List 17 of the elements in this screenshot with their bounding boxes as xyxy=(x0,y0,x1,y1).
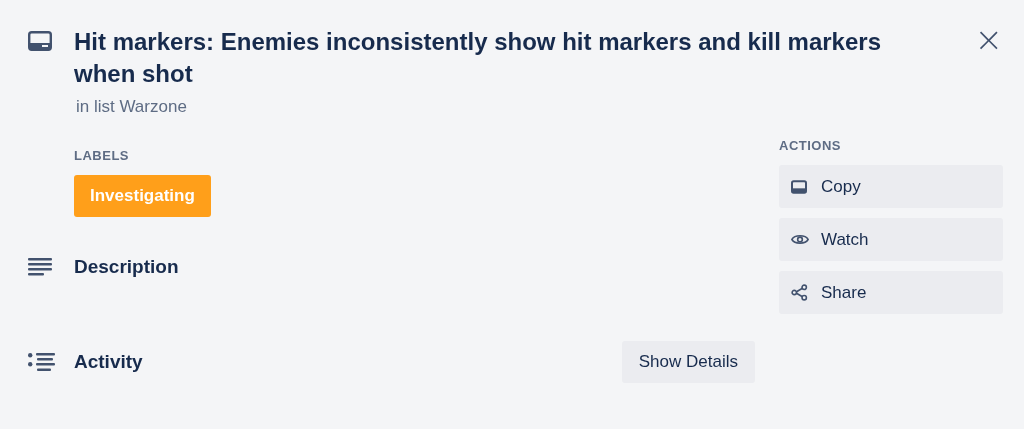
card-icon xyxy=(28,31,52,51)
watch-button[interactable]: Watch xyxy=(779,218,1003,261)
section-title: Description xyxy=(74,255,179,279)
card-icon xyxy=(791,179,807,194)
card-title: Hit markers: Enemies inconsistently show hit markers and kill markers when shot xyxy=(74,27,882,89)
share-button[interactable]: Share xyxy=(779,271,1003,314)
text-lines-icon xyxy=(28,258,52,276)
section-title: Activity xyxy=(74,350,143,374)
share-icon xyxy=(791,284,808,301)
section-heading: ACTIONS xyxy=(779,137,841,155)
section-heading: LABELS xyxy=(74,147,130,165)
close-button[interactable]: × xyxy=(974,24,1003,54)
copy-button[interactable]: Copy xyxy=(779,165,1003,208)
eye-icon xyxy=(791,233,809,246)
bulleted-list-icon xyxy=(28,352,55,372)
list-name: in list Warzone xyxy=(75,96,187,118)
show-details-button[interactable]: Show Details xyxy=(621,341,755,383)
